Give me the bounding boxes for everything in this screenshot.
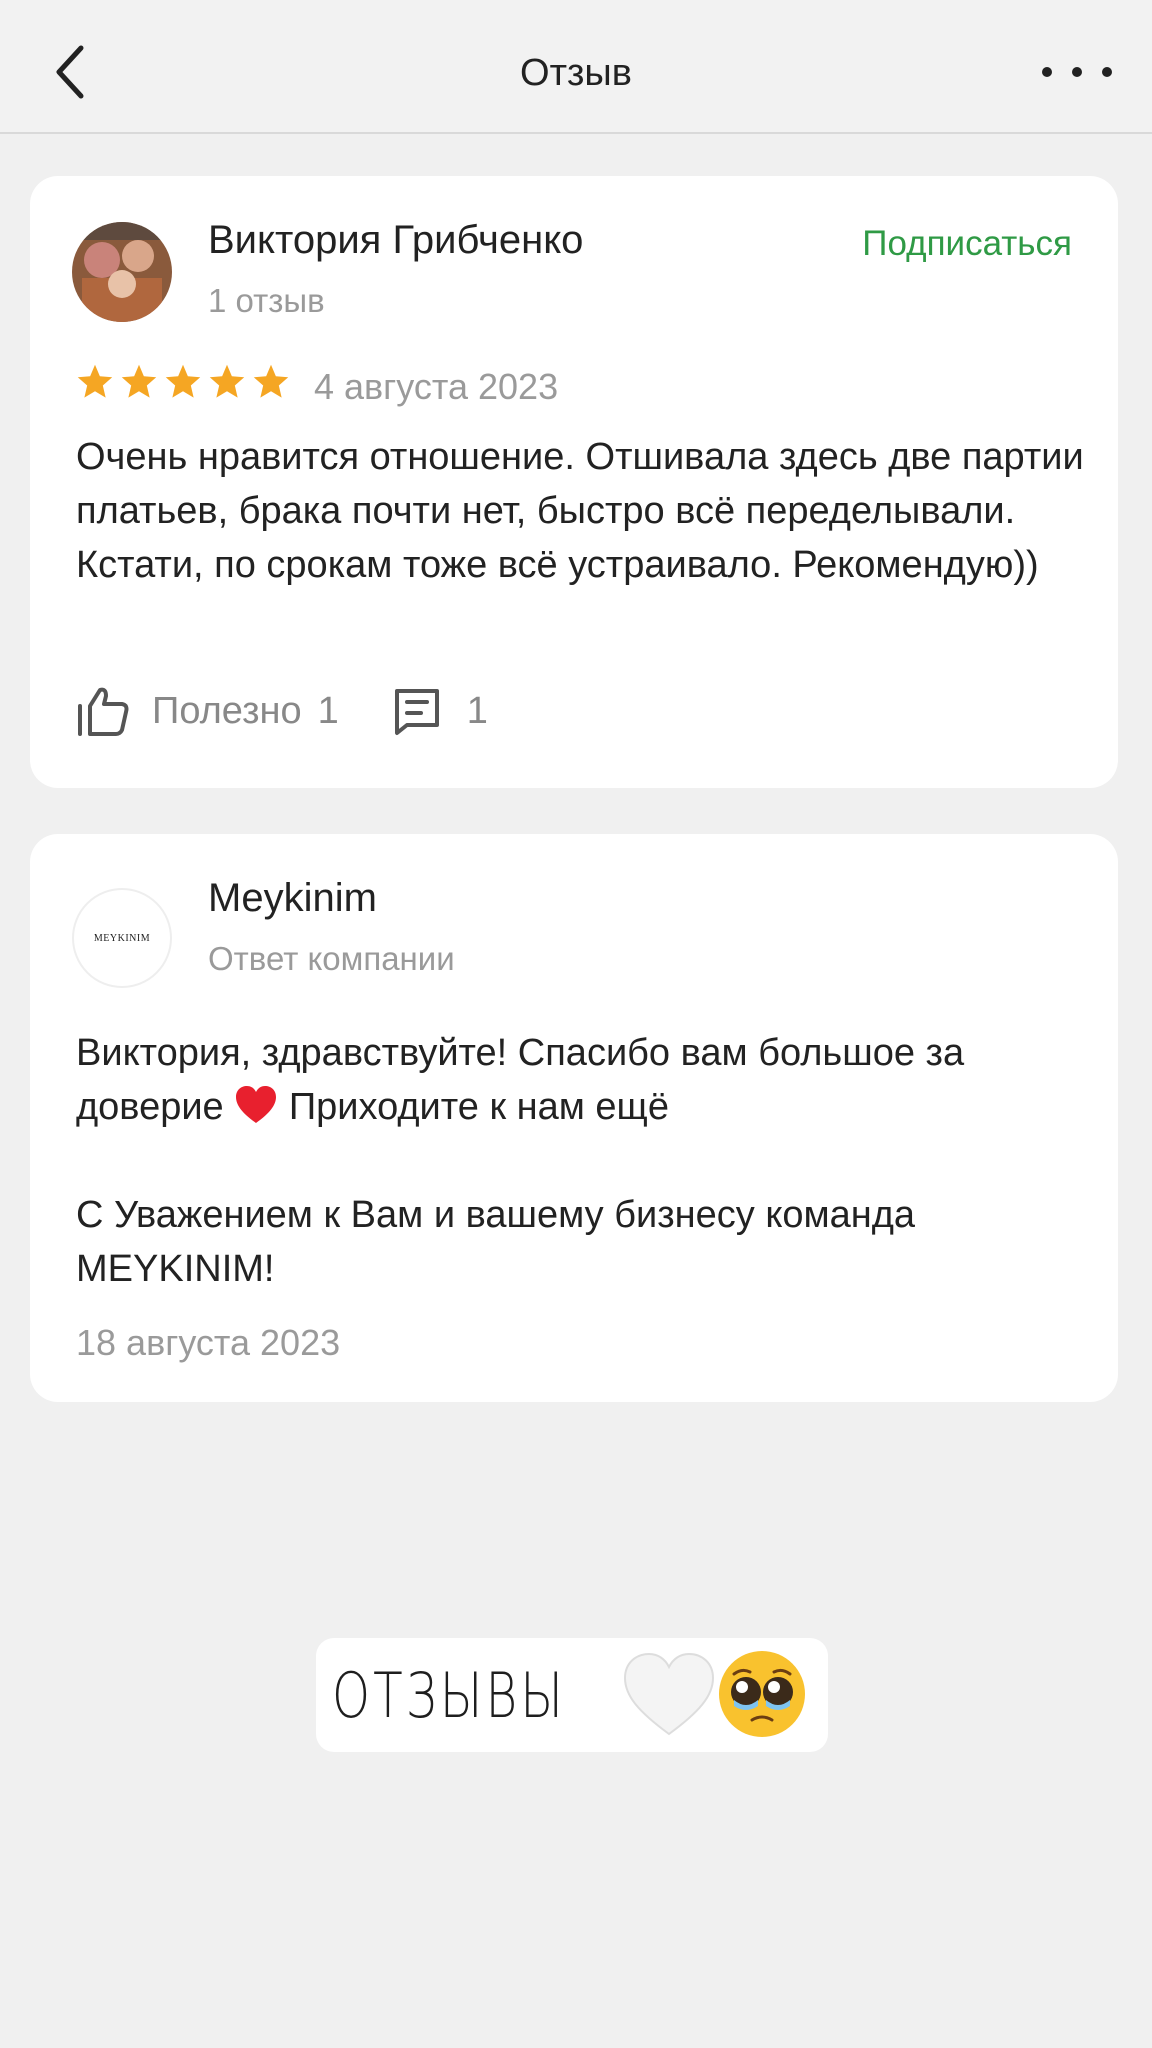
reply-paragraph: Виктория, здравствуйте! Спасибо вам боль… — [76, 1026, 1086, 1134]
useful-button[interactable]: Полезно 1 — [76, 684, 339, 738]
more-dot — [1102, 67, 1112, 77]
more-button[interactable] — [1042, 52, 1112, 92]
comments-count: 1 — [466, 689, 488, 732]
thumbs-up-icon — [78, 687, 129, 736]
star-icon — [77, 364, 113, 398]
story-sticker: ОТЗЫВЫ — [316, 1638, 828, 1752]
reply-line: Приходите к нам ещё — [288, 1086, 669, 1128]
avatar-photo — [72, 222, 172, 322]
red-heart-icon — [236, 1086, 277, 1123]
reply-spacer — [76, 1134, 1086, 1188]
more-dot — [1042, 67, 1052, 77]
star-icon — [121, 364, 157, 398]
review-text: Очень нравится отношение. Отшивала здесь… — [76, 436, 1084, 586]
pleading-face-icon — [719, 1651, 805, 1737]
star-icon — [209, 364, 245, 398]
avatar[interactable] — [72, 222, 172, 322]
author-review-count: 1 отзыв — [208, 282, 325, 319]
reply-paragraph: С Уважением к Вам и вашему бизнесу коман… — [76, 1194, 916, 1290]
company-logo-text: MEYKINIM — [93, 932, 151, 944]
author-name[interactable]: Виктория Грибченко — [208, 218, 583, 263]
company-name[interactable]: Meykinim — [208, 876, 377, 921]
company-reply-label: Ответ компании — [208, 940, 455, 977]
page-title: Отзыв — [520, 52, 632, 94]
comments-button[interactable]: 1 — [391, 685, 488, 737]
subscribe-button[interactable]: Подписаться — [862, 224, 1072, 264]
sticker-text: ОТЗЫВЫ — [332, 1658, 567, 1732]
more-dot — [1072, 67, 1082, 77]
review-date: 4 августа 2023 — [314, 366, 559, 407]
review-actions: Полезно 1 1 — [76, 678, 488, 744]
useful-count: 1 — [317, 689, 339, 732]
reply-text: Виктория, здравствуйте! Спасибо вам боль… — [76, 1026, 1086, 1296]
company-reply-card: MEYKINIM Meykinim Ответ компании Виктори… — [30, 834, 1118, 1402]
comment-icon — [394, 689, 439, 735]
useful-label: Полезно — [152, 689, 302, 732]
rating-stars — [76, 364, 290, 400]
company-logo[interactable]: MEYKINIM — [72, 888, 172, 988]
star-icon — [253, 364, 289, 398]
reply-date: 18 августа 2023 — [76, 1322, 341, 1363]
star-icon — [165, 364, 201, 398]
review-card: Виктория Грибченко 1 отзыв Подписаться 4… — [30, 176, 1118, 788]
top-bar: Отзыв — [0, 0, 1152, 134]
white-heart-icon — [623, 1652, 715, 1736]
